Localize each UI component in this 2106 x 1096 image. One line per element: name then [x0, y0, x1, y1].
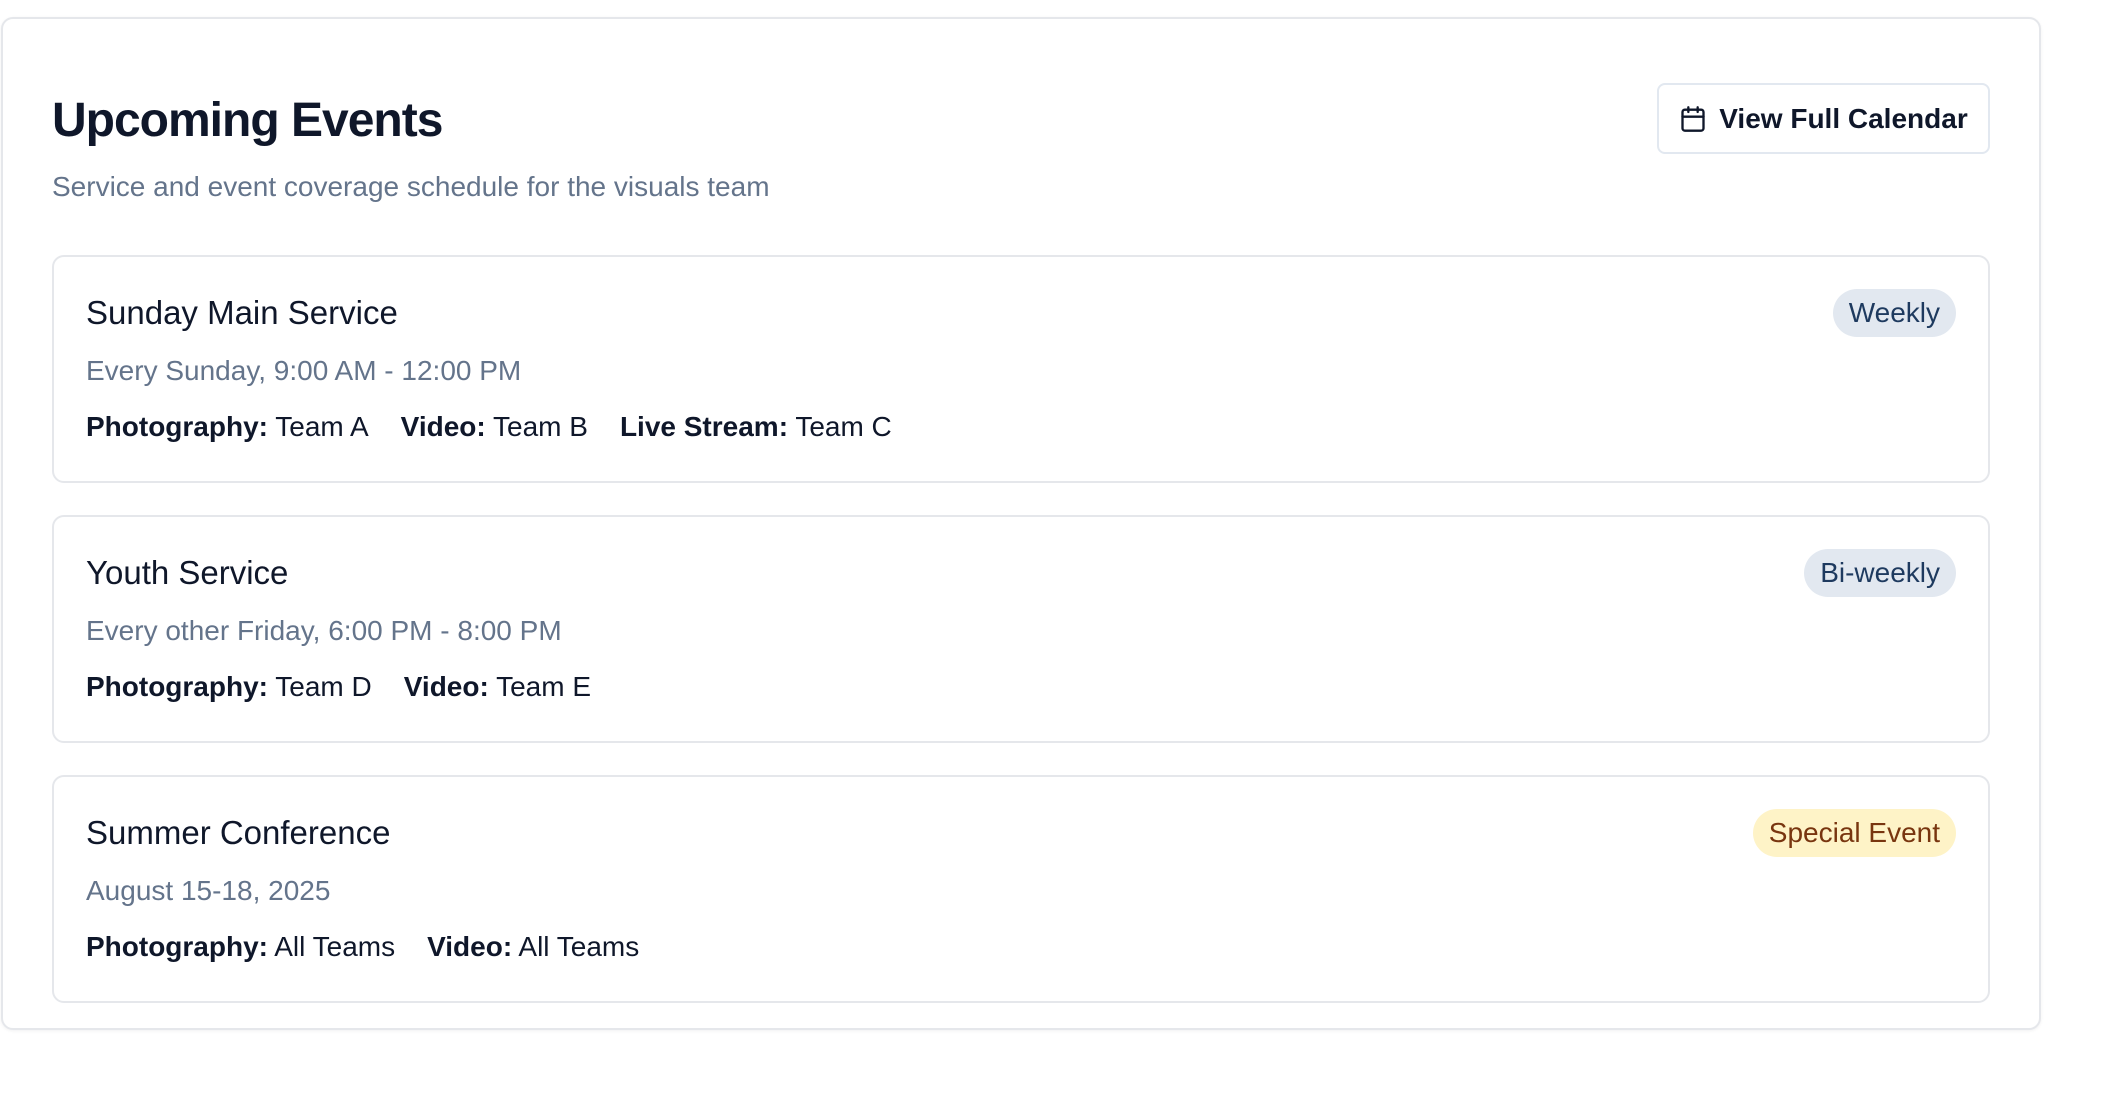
assignment-item: Photography: All Teams: [86, 929, 395, 965]
event-name: Sunday Main Service: [86, 294, 398, 331]
assignment-item: Photography: Team A: [86, 409, 369, 445]
assignment-team: Team D: [275, 671, 372, 702]
calendar-icon: [1679, 105, 1707, 133]
event-name: Youth Service: [86, 554, 289, 591]
event-frequency-badge: Bi-weekly: [1804, 549, 1956, 597]
event-card[interactable]: Sunday Main Service Every Sunday, 9:00 AM…: [52, 255, 1990, 483]
assignment-role: Live Stream:: [619, 411, 789, 442]
assignment-item: Photography: Team D: [86, 669, 372, 705]
assignment-team: Team B: [493, 411, 588, 442]
view-full-calendar-button[interactable]: View Full Calendar: [1657, 83, 1990, 154]
event-name: Summer Conference: [86, 814, 391, 851]
event-assignments: Photography: Team A Video: Team B Live Str…: [86, 409, 892, 445]
assignment-item: Video: Team E: [404, 669, 591, 705]
assignment-team: Team A: [275, 411, 369, 442]
assignment-item: Video: All Teams: [427, 929, 639, 965]
event-list: Sunday Main Service Every Sunday, 9:00 AM…: [52, 255, 1990, 1035]
event-card[interactable]: Youth Service Every other Friday, 6:00 PM…: [52, 515, 1990, 743]
upcoming-events-panel: Upcoming Events Service and event covera…: [1, 17, 2041, 1030]
event-assignments: Photography: Team D Video: Team E: [86, 669, 591, 705]
assignment-role: Video:: [427, 931, 513, 962]
page-subtitle: Service and event coverage schedule for …: [52, 171, 770, 202]
view-full-calendar-label: View Full Calendar: [1719, 102, 1968, 134]
assignment-team: All Teams: [518, 931, 640, 962]
event-frequency-badge: Weekly: [1832, 289, 1956, 337]
assignment-role: Video:: [400, 411, 486, 442]
assignment-team: Team E: [496, 671, 592, 702]
event-schedule: Every Sunday, 9:00 AM - 12:00 PM: [86, 355, 522, 386]
assignment-role: Photography:: [86, 671, 268, 702]
event-schedule: August 15-18, 2025: [86, 875, 331, 906]
event-card[interactable]: Summer Conference August 15-18, 2025 Speci…: [52, 775, 1990, 1003]
assignment-item: Live Stream: Team C: [620, 409, 892, 445]
assignment-item: Video: Team B: [401, 409, 588, 445]
assignment-role: Photography:: [86, 411, 268, 442]
page-title: Upcoming Events: [52, 94, 443, 147]
assignment-role: Video:: [403, 671, 489, 702]
event-assignments: Photography: All Teams Video: All Teams: [86, 929, 639, 965]
event-frequency-badge: Special Event: [1752, 809, 1956, 857]
event-schedule: Every other Friday, 6:00 PM - 8:00 PM: [86, 615, 562, 646]
panel-header: Upcoming Events Service and event covera…: [52, 71, 1990, 211]
assignment-team: Team C: [795, 411, 892, 442]
assignment-team: All Teams: [274, 931, 396, 962]
assignment-role: Photography:: [86, 931, 268, 962]
